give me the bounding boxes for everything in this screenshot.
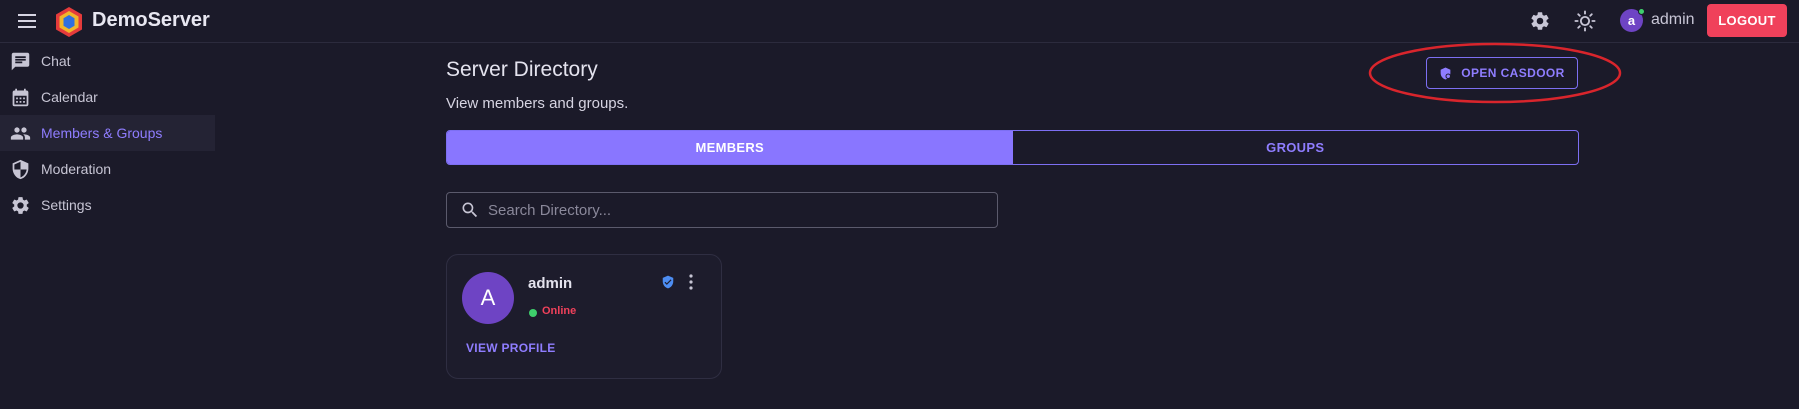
hamburger-menu-icon[interactable]	[17, 12, 37, 30]
sidebar-item-label: Chat	[41, 53, 71, 69]
sidebar-item-label: Calendar	[41, 89, 98, 105]
logout-button[interactable]: LOGOUT	[1707, 4, 1787, 37]
page-subtitle: View members and groups.	[446, 95, 629, 112]
online-status-dot	[529, 309, 537, 317]
gear-icon	[12, 196, 29, 214]
user-name[interactable]: admin	[1651, 11, 1695, 29]
sidebar-item-calendar[interactable]: Calendar	[0, 79, 215, 115]
member-status: Online	[542, 305, 577, 317]
top-app-bar: DemoServer a admin LOGOUT	[0, 0, 1799, 43]
gear-icon[interactable]	[1529, 10, 1551, 32]
sidebar-item-moderation[interactable]: Moderation	[0, 151, 215, 187]
open-casdoor-label: OPEN CASDOOR	[1461, 66, 1565, 80]
tab-members[interactable]: MEMBERS	[447, 131, 1013, 164]
member-card: A admin Online VIEW PROFILE	[446, 254, 722, 379]
member-name: admin	[528, 275, 573, 292]
sidebar-item-chat[interactable]: Chat	[0, 43, 215, 79]
sidebar-item-settings[interactable]: Settings	[0, 187, 215, 223]
app-logo-icon	[56, 7, 82, 37]
calendar-icon	[12, 88, 29, 106]
search-input[interactable]	[488, 201, 988, 219]
admin-shield-icon	[1440, 67, 1452, 79]
search-icon	[462, 202, 478, 218]
online-indicator	[1638, 8, 1645, 15]
open-casdoor-button[interactable]: OPEN CASDOOR	[1426, 57, 1578, 89]
sidebar-item-label: Settings	[41, 197, 92, 213]
tab-groups[interactable]: GROUPS	[1013, 131, 1579, 164]
chat-icon	[11, 52, 30, 70]
sidebar: Chat Calendar Members & Groups Moderatio…	[0, 43, 215, 223]
page-title: Server Directory	[446, 58, 598, 81]
sidebar-item-members-groups[interactable]: Members & Groups	[0, 115, 215, 151]
app-title: DemoServer	[92, 9, 210, 31]
more-vertical-icon[interactable]	[683, 273, 699, 291]
shield-icon	[12, 159, 29, 179]
search-box	[446, 192, 998, 228]
sidebar-item-label: Members & Groups	[41, 125, 163, 141]
directory-tabs: MEMBERS GROUPS	[446, 130, 1579, 165]
people-icon	[10, 126, 31, 140]
sidebar-item-label: Moderation	[41, 161, 112, 177]
verified-shield-icon	[662, 275, 674, 289]
brightness-icon[interactable]	[1574, 10, 1596, 32]
member-avatar[interactable]: A	[462, 272, 514, 324]
view-profile-button[interactable]: VIEW PROFILE	[466, 341, 556, 355]
